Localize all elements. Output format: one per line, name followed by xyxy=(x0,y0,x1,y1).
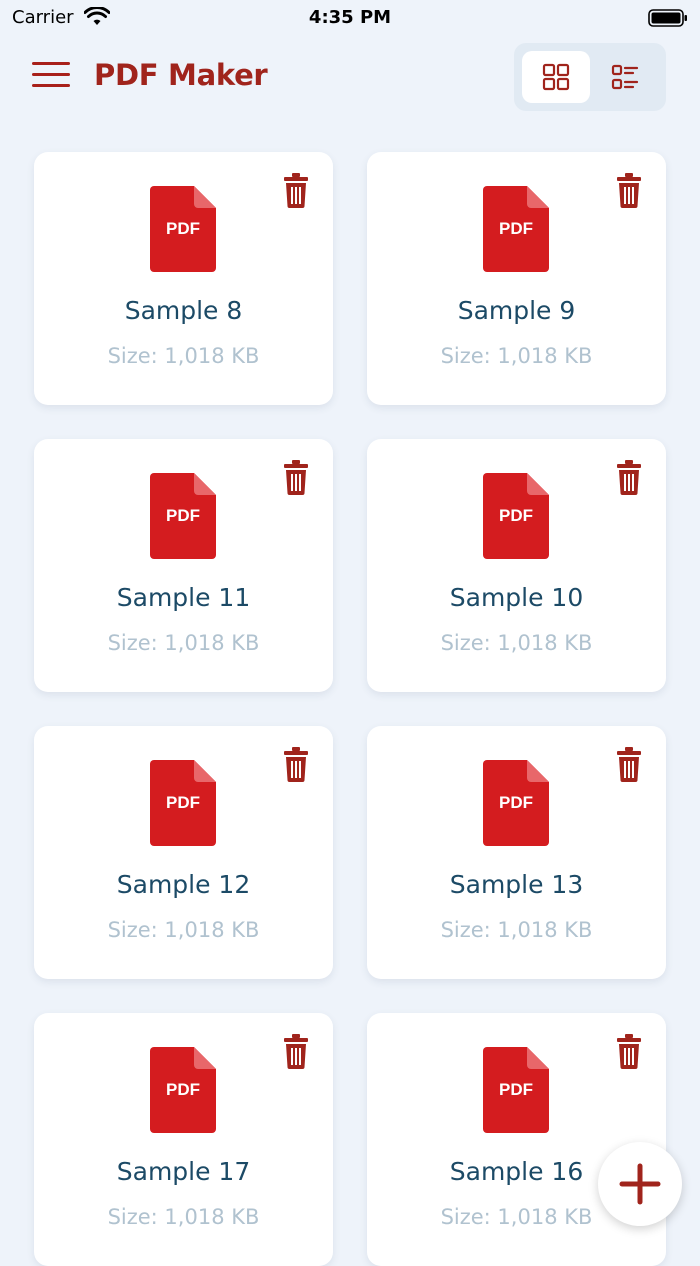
file-size: Size: 1,018 KB xyxy=(107,631,260,655)
file-card[interactable]: PDF Sample 10 Size: 1,018 KB xyxy=(367,439,666,692)
pdf-file-icon: PDF xyxy=(150,760,216,846)
file-size: Size: 1,018 KB xyxy=(107,1205,260,1229)
trash-icon[interactable] xyxy=(616,1033,642,1069)
battery-icon xyxy=(648,8,688,32)
pdf-badge-label: PDF xyxy=(499,219,533,238)
trash-icon[interactable] xyxy=(283,459,309,495)
grid-view-icon xyxy=(542,63,570,91)
file-name: Sample 8 xyxy=(124,296,243,325)
menu-button[interactable] xyxy=(32,62,70,90)
pdf-badge-label: PDF xyxy=(166,219,200,238)
file-name: Sample 12 xyxy=(116,870,251,899)
trash-icon[interactable] xyxy=(283,1033,309,1069)
file-card[interactable]: PDF Sample 17 Size: 1,018 KB xyxy=(34,1013,333,1266)
list-view-button[interactable] xyxy=(592,51,658,103)
file-size: Size: 1,018 KB xyxy=(107,918,260,942)
plus-icon xyxy=(619,1163,661,1205)
pdf-badge-label: PDF xyxy=(499,506,533,525)
file-card[interactable]: PDF Sample 8 Size: 1,018 KB xyxy=(34,152,333,405)
file-size: Size: 1,018 KB xyxy=(440,344,593,368)
file-name: Sample 11 xyxy=(116,583,251,612)
file-name: Sample 9 xyxy=(457,296,576,325)
grid-view-button[interactable] xyxy=(522,51,590,103)
add-file-button[interactable] xyxy=(598,1142,682,1226)
pdf-file-icon: PDF xyxy=(150,186,216,272)
file-size: Size: 1,018 KB xyxy=(440,631,593,655)
pdf-badge-label: PDF xyxy=(499,1080,533,1099)
list-view-icon xyxy=(611,64,639,90)
pdf-badge-label: PDF xyxy=(499,793,533,812)
page-title: PDF Maker xyxy=(94,58,268,92)
file-size: Size: 1,018 KB xyxy=(107,344,260,368)
file-card[interactable]: PDF Sample 16 Size: 1,018 KB xyxy=(367,1013,666,1266)
clock: 4:35 PM xyxy=(308,7,392,28)
pdf-file-icon: PDF xyxy=(483,473,549,559)
file-card[interactable]: PDF Sample 11 Size: 1,018 KB xyxy=(34,439,333,692)
trash-icon[interactable] xyxy=(283,172,309,208)
pdf-file-icon: PDF xyxy=(483,186,549,272)
file-card[interactable]: PDF Sample 12 Size: 1,018 KB xyxy=(34,726,333,979)
pdf-badge-label: PDF xyxy=(166,1080,200,1099)
file-size: Size: 1,018 KB xyxy=(440,918,593,942)
trash-icon[interactable] xyxy=(616,746,642,782)
hamburger-icon-line xyxy=(32,84,70,87)
pdf-file-icon: PDF xyxy=(483,760,549,846)
file-card[interactable]: PDF Sample 13 Size: 1,018 KB xyxy=(367,726,666,979)
trash-icon[interactable] xyxy=(283,746,309,782)
view-toggle xyxy=(514,43,666,111)
app-header: PDF Maker xyxy=(0,40,700,112)
trash-icon[interactable] xyxy=(616,172,642,208)
file-name: Sample 17 xyxy=(116,1157,251,1186)
pdf-file-icon: PDF xyxy=(483,1047,549,1133)
file-name: Sample 13 xyxy=(449,870,584,899)
pdf-badge-label: PDF xyxy=(166,793,200,812)
file-name: Sample 10 xyxy=(449,583,584,612)
status-bar: Carrier 4:35 PM xyxy=(0,0,700,36)
trash-icon[interactable] xyxy=(616,459,642,495)
hamburger-icon-line xyxy=(32,73,70,76)
file-card[interactable]: PDF Sample 9 Size: 1,018 KB xyxy=(367,152,666,405)
pdf-file-icon: PDF xyxy=(150,1047,216,1133)
pdf-file-icon: PDF xyxy=(150,473,216,559)
hamburger-icon-line xyxy=(32,62,70,65)
pdf-badge-label: PDF xyxy=(166,506,200,525)
